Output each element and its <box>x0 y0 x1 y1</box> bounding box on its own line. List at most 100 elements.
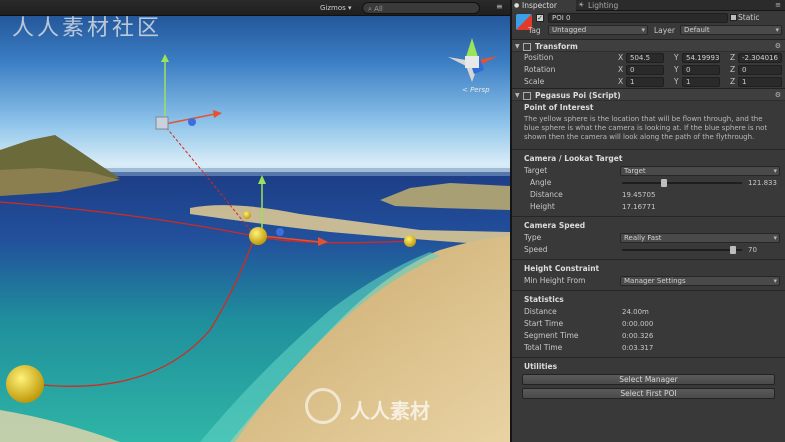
utilities-title: Utilities <box>524 362 558 371</box>
stat-label: Segment Time <box>524 331 579 340</box>
stat-row: Distance 24.00m <box>512 306 785 318</box>
divider <box>512 357 785 358</box>
persp-label[interactable]: < Persp <box>462 86 490 94</box>
active-checkbox[interactable]: ✓ <box>536 14 544 22</box>
type-label: Type <box>524 233 542 242</box>
gameobject-header: ✓ POI 0 Static Tag Untagged Layer Defaul… <box>512 11 785 39</box>
divider <box>512 259 785 260</box>
statistics-title: Statistics <box>524 295 564 304</box>
layer-label: Layer <box>654 26 675 35</box>
tab-inspector[interactable]: Inspector <box>512 0 576 11</box>
distance-row: Distance 19.45705 <box>512 189 785 201</box>
rotation-z-field[interactable]: 0 <box>738 65 782 75</box>
stat-label: Start Time <box>524 319 564 328</box>
x-axis-label: X <box>618 77 624 86</box>
angle-slider-track[interactable] <box>622 182 742 184</box>
static-checkbox[interactable] <box>730 14 737 21</box>
x-axis-label: X <box>618 65 624 74</box>
static-label: Static <box>738 13 760 22</box>
script-header[interactable]: ▼ Pegasus Poi (Script) ⚙ <box>512 88 785 101</box>
poi-description: The yellow sphere is the location that w… <box>524 115 768 141</box>
scene-search-placeholder: All <box>374 5 383 13</box>
select-manager-button[interactable]: Select Manager <box>522 374 775 385</box>
height-row: Height 17.16771 <box>512 201 785 213</box>
position-row: Position X 504.5 Y 54.19993 Z -2.304016 <box>512 52 785 64</box>
tag-label: Tag <box>528 26 541 35</box>
menu-icon[interactable]: ≡ <box>496 3 504 11</box>
gameobject-name-field[interactable]: POI 0 <box>548 13 728 23</box>
z-axis-label: Z <box>730 53 736 62</box>
position-y-field[interactable]: 54.19993 <box>682 53 720 63</box>
angle-value[interactable]: 121.833 <box>748 177 777 189</box>
y-axis-label: Y <box>674 53 679 62</box>
height-value[interactable]: 17.16771 <box>622 201 655 213</box>
stat-value: 0:00.000 <box>622 320 654 328</box>
stat-value: 24.00m <box>622 308 649 316</box>
inspector-panel: Inspector Lighting ≡ ✓ POI 0 Static Tag … <box>510 0 785 442</box>
distance-value[interactable]: 19.45705 <box>622 189 655 201</box>
camera-speed-title: Camera Speed <box>524 221 586 230</box>
stat-label: Total Time <box>524 343 563 352</box>
divider <box>512 290 785 291</box>
angle-label: Angle <box>530 178 552 187</box>
speed-value[interactable]: 70 <box>748 244 757 256</box>
z-axis-label: Z <box>730 77 736 86</box>
distance-label: Distance <box>530 190 563 199</box>
watermark-top: 人人素材社区 <box>12 16 163 41</box>
stat-row: Start Time 0:00.000 <box>512 318 785 330</box>
rotation-y-field[interactable]: 0 <box>682 65 720 75</box>
transform-icon <box>523 43 531 51</box>
speed-slider-knob[interactable] <box>730 246 737 254</box>
angle-row: Angle 121.833 <box>512 177 785 189</box>
z-axis-label: Z <box>730 65 736 74</box>
min-height-dropdown[interactable]: Manager Settings <box>620 276 780 286</box>
scale-y-field[interactable]: 1 <box>682 77 720 87</box>
target-dropdown[interactable]: Target <box>620 166 780 176</box>
poi-sphere-small <box>243 211 251 219</box>
type-row: Type Really Fast <box>512 232 785 244</box>
script-icon <box>523 92 531 100</box>
rotation-x-field[interactable]: 0 <box>626 65 664 75</box>
rotation-label: Rotation <box>524 65 556 74</box>
layer-dropdown[interactable]: Default <box>680 25 782 35</box>
panel-menu-icon[interactable]: ≡ <box>775 1 781 9</box>
scene-viewport[interactable] <box>0 0 510 442</box>
stat-label: Distance <box>524 307 557 316</box>
min-height-label: Min Height From <box>524 276 586 285</box>
stat-row: Segment Time 0:00.326 <box>512 330 785 342</box>
y-axis-label: Y <box>674 77 679 86</box>
y-axis-label: Y <box>674 65 679 74</box>
select-first-poi-button[interactable]: Select First POI <box>522 388 775 399</box>
divider <box>512 216 785 217</box>
orientation-gizmo <box>448 38 498 82</box>
position-x-field[interactable]: 504.5 <box>626 53 664 63</box>
transform-header[interactable]: ▼ Transform ⚙ <box>512 39 785 52</box>
speed-label: Speed <box>524 245 548 254</box>
camera-lookat-title: Camera / Lookat Target <box>524 154 623 163</box>
watermark-bottom: 人人素材 <box>350 399 430 423</box>
scale-z-field[interactable]: 1 <box>738 77 782 87</box>
poi-sphere-large <box>6 365 44 403</box>
stat-value: 0:00.326 <box>622 332 654 340</box>
scene-search-input[interactable]: ⌕ All <box>362 2 480 14</box>
speed-type-dropdown[interactable]: Really Fast <box>620 233 780 243</box>
angle-slider-knob[interactable] <box>660 179 667 187</box>
scene-view[interactable]: Gizmos ▾ ⌕ All ≡ 人人素材社区 人人素材 < Persp <box>0 0 510 442</box>
target-row: Target Target <box>512 165 785 177</box>
inspector-tabs: Inspector Lighting ≡ <box>512 0 785 11</box>
height-constraint-title: Height Constraint <box>524 264 600 273</box>
search-icon: ⌕ <box>368 5 372 13</box>
tab-lighting[interactable]: Lighting <box>578 0 638 11</box>
position-z-field[interactable]: -2.304016 <box>738 53 782 63</box>
stat-value: 0:03.317 <box>622 344 654 352</box>
divider <box>512 149 785 150</box>
tag-dropdown[interactable]: Untagged <box>548 25 648 35</box>
min-height-row: Min Height From Manager Settings <box>512 275 785 287</box>
speed-slider-track[interactable] <box>622 249 742 251</box>
scale-x-field[interactable]: 1 <box>626 77 664 87</box>
stat-row: Total Time 0:03.317 <box>512 342 785 354</box>
height-label: Height <box>530 202 555 211</box>
transform-gizmo-top <box>155 54 222 130</box>
position-label: Position <box>524 53 554 62</box>
gizmos-dropdown[interactable]: Gizmos ▾ <box>320 2 352 14</box>
